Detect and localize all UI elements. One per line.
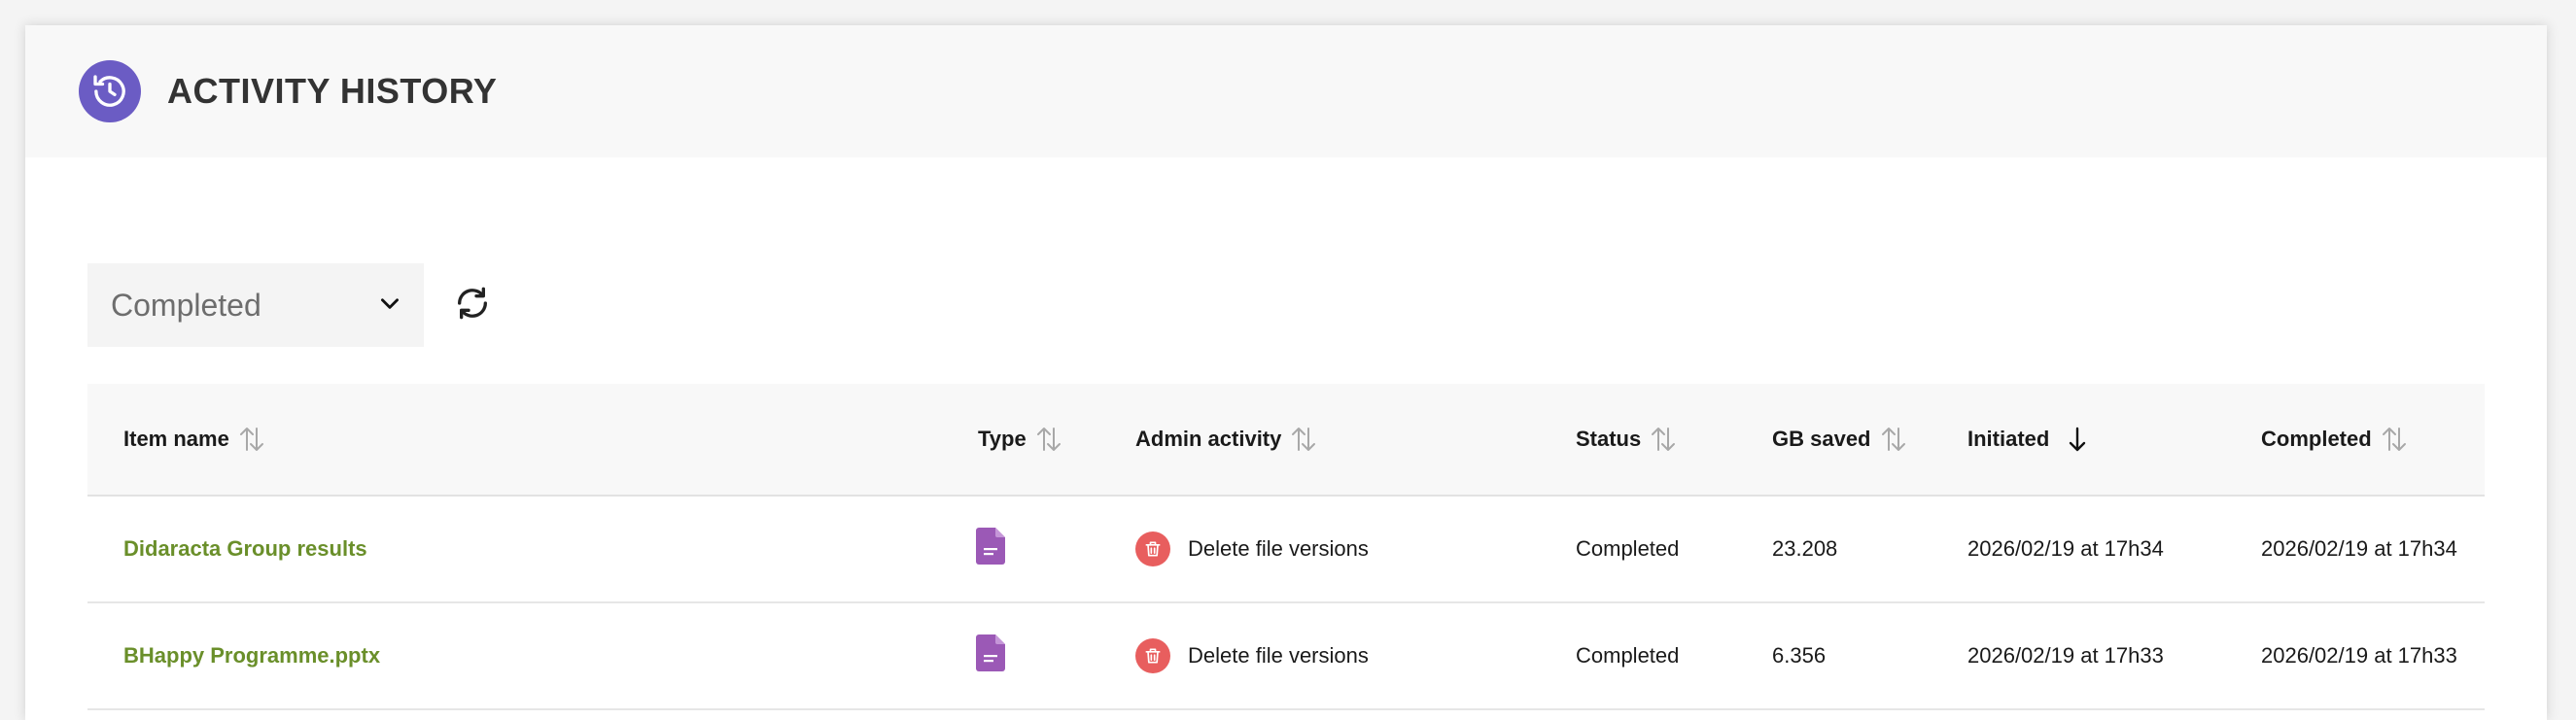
status-cell: Completed bbox=[1576, 536, 1680, 561]
sort-icon bbox=[1649, 425, 1678, 454]
column-header-gb-saved[interactable]: GB saved bbox=[1772, 384, 1908, 495]
initiated-cell: 2026/02/19 at 17h34 bbox=[1967, 536, 2164, 561]
document-icon bbox=[976, 634, 1005, 677]
item-name-link[interactable]: Didaracta Group results bbox=[123, 536, 367, 562]
item-name-link[interactable]: BHappy Programme.pptx bbox=[123, 643, 380, 669]
document-icon bbox=[976, 528, 1005, 570]
activity-table: Item name Type Admin activity Status GB … bbox=[87, 384, 2485, 710]
column-header-status[interactable]: Status bbox=[1576, 384, 1678, 495]
type-cell bbox=[976, 603, 1005, 708]
gb-saved-cell: 6.356 bbox=[1772, 643, 1827, 668]
sort-icon bbox=[1034, 425, 1063, 454]
page-title: ACTIVITY HISTORY bbox=[167, 71, 498, 111]
initiated-cell: 2026/02/19 at 17h33 bbox=[1967, 643, 2164, 668]
column-header-type[interactable]: Type bbox=[978, 384, 1063, 495]
delete-icon bbox=[1135, 531, 1170, 566]
delete-icon bbox=[1135, 638, 1170, 673]
sort-icon bbox=[2380, 425, 2409, 454]
admin-activity-cell: Delete file versions bbox=[1135, 603, 1369, 708]
status-filter-select[interactable]: Completed bbox=[87, 263, 424, 347]
column-header-completed[interactable]: Completed bbox=[2261, 384, 2409, 495]
item-name-cell: BHappy Programme.pptx bbox=[123, 603, 380, 708]
chevron-down-icon bbox=[377, 288, 402, 324]
status-filter-value: Completed bbox=[111, 287, 261, 323]
table-header: Item name Type Admin activity Status GB … bbox=[87, 384, 2485, 497]
table-row[interactable]: Didaracta Group results Delete file vers… bbox=[87, 497, 2485, 603]
table-row[interactable]: BHappy Programme.pptx Delete file versio… bbox=[87, 603, 2485, 710]
sort-icon bbox=[1289, 425, 1318, 454]
toolbar: Completed bbox=[87, 263, 492, 347]
completed-cell: 2026/02/19 at 17h34 bbox=[2261, 536, 2457, 561]
item-name-cell: Didaracta Group results bbox=[123, 497, 367, 601]
activity-history-card: ACTIVITY HISTORY Completed Item name Typ… bbox=[25, 25, 2547, 720]
admin-activity-cell: Delete file versions bbox=[1135, 497, 1369, 601]
sort-descending-icon bbox=[2063, 425, 2092, 454]
completed-cell: 2026/02/19 at 17h33 bbox=[2261, 643, 2457, 668]
column-header-item-name[interactable]: Item name bbox=[123, 384, 266, 495]
column-header-admin-activity[interactable]: Admin activity bbox=[1135, 384, 1318, 495]
sort-icon bbox=[237, 425, 266, 454]
refresh-icon bbox=[453, 284, 492, 327]
card-header: ACTIVITY HISTORY bbox=[25, 25, 2547, 157]
status-cell: Completed bbox=[1576, 643, 1680, 668]
gb-saved-cell: 23.208 bbox=[1772, 536, 1838, 561]
column-header-initiated[interactable]: Initiated bbox=[1967, 384, 2092, 495]
refresh-button[interactable] bbox=[453, 286, 492, 325]
sort-icon bbox=[1879, 425, 1908, 454]
type-cell bbox=[976, 497, 1005, 601]
history-icon bbox=[79, 60, 141, 122]
